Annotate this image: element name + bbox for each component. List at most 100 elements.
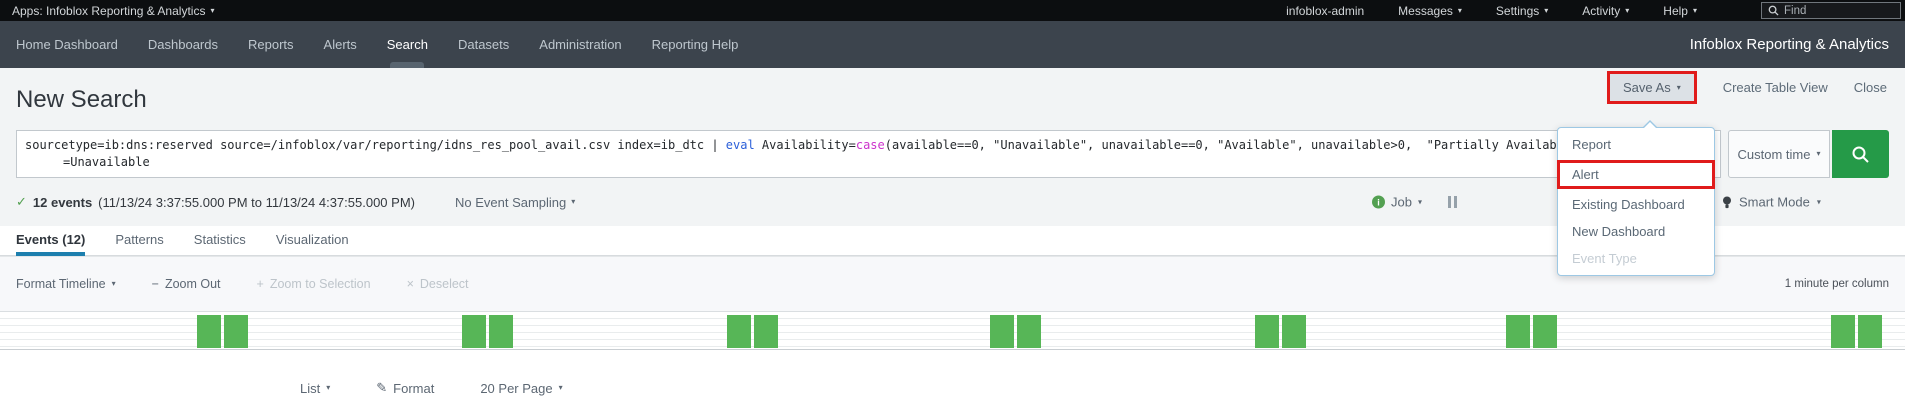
nav-search[interactable]: Search — [387, 21, 428, 68]
save-as-button[interactable]: Save As ▾ — [1610, 74, 1694, 101]
search-icon — [1852, 146, 1869, 163]
menu-item-existing-dashboard[interactable]: Existing Dashboard — [1558, 191, 1714, 218]
timeline-scale-note: 1 minute per column — [1784, 278, 1889, 290]
per-page-label: 20 Per Page — [480, 380, 553, 396]
zoom-to-selection-button[interactable]: + Zoom to Selection — [257, 277, 371, 291]
nav-home-dashboard[interactable]: Home Dashboard — [16, 21, 118, 68]
caret-down-icon: ▾ — [1816, 149, 1821, 158]
find-search-box[interactable] — [1761, 2, 1901, 19]
caret-down-icon: ▾ — [1417, 197, 1422, 206]
tab-patterns[interactable]: Patterns — [115, 226, 163, 256]
job-label: Job — [1391, 194, 1412, 210]
tab-statistics[interactable]: Statistics — [194, 226, 246, 256]
timeline-bar[interactable] — [727, 315, 751, 348]
nav-administration[interactable]: Administration — [539, 21, 621, 68]
title-row: New Search Save As ▾ Create Table View C… — [0, 68, 1905, 126]
caret-down-icon: ▾ — [1544, 5, 1549, 15]
menu-item-alert[interactable]: Alert — [1560, 163, 1712, 186]
event-sampling-menu[interactable]: No Event Sampling ▾ — [455, 195, 575, 210]
zoom-out-button[interactable]: − Zoom Out — [152, 277, 221, 291]
nav-reports[interactable]: Reports — [248, 21, 294, 68]
zoom-to-selection-label: Zoom to Selection — [269, 277, 371, 291]
per-page-menu[interactable]: 20 Per Page ▾ — [480, 381, 562, 396]
format-menu[interactable]: ✎ Format — [376, 380, 434, 396]
list-view-label: List — [300, 380, 321, 396]
results-toolbar: List ▾ ✎ Format 20 Per Page ▾ — [0, 350, 1905, 396]
menu-item-report[interactable]: Report — [1558, 131, 1714, 158]
nav-alerts[interactable]: Alerts — [324, 21, 357, 68]
save-as-label: Save As — [1623, 80, 1671, 95]
close-link[interactable]: Close — [1854, 80, 1887, 95]
query-keyword-eval: eval — [725, 138, 755, 152]
tab-visualization[interactable]: Visualization — [276, 226, 349, 256]
query-line-2: =Unavailable — [63, 155, 150, 169]
search-mode-label: Smart Mode — [1739, 194, 1810, 210]
search-query-input[interactable]: sourcetype=ib:dns:reserved source=/infob… — [16, 130, 1721, 178]
messages-label: Messages — [1398, 3, 1453, 18]
app-nav-bar: Home Dashboard Dashboards Reports Alerts… — [0, 21, 1905, 68]
timeline-bar[interactable] — [1533, 315, 1557, 348]
search-mode-menu[interactable]: Smart Mode ▾ — [1722, 195, 1821, 210]
timeline-bar[interactable] — [1831, 315, 1855, 348]
event-count: 12 events — [32, 194, 93, 210]
query-line-1: sourcetype=ib:dns:reserved source=/infob… — [25, 137, 1720, 154]
timeline-bar[interactable] — [1255, 315, 1279, 348]
format-timeline-label: Format Timeline — [16, 277, 106, 291]
timeline-bar[interactable] — [197, 315, 221, 348]
annotation-box-save-as: Save As ▾ — [1607, 71, 1697, 104]
timeline-bar[interactable] — [754, 315, 778, 348]
tab-events[interactable]: Events (12) — [16, 226, 86, 256]
timeline-bar[interactable] — [1282, 315, 1306, 348]
help-label: Help — [1663, 3, 1688, 18]
top-bar: Apps: Infoblox Reporting & Analytics ▾ i… — [0, 0, 1905, 21]
event-time-range: (11/13/24 3:37:55.000 PM to 11/13/24 4:3… — [98, 194, 415, 210]
timeline-bar[interactable] — [1506, 315, 1530, 348]
job-menu[interactable]: i Job ▾ — [1372, 195, 1422, 210]
pause-icon — [1454, 196, 1457, 208]
create-table-view-link[interactable]: Create Table View — [1723, 80, 1828, 95]
menu-item-new-dashboard[interactable]: New Dashboard — [1558, 218, 1714, 245]
deselect-button[interactable]: × Deselect — [407, 277, 469, 291]
time-range-label: Custom time — [1737, 146, 1811, 162]
caret-down-icon: ▾ — [571, 197, 576, 206]
caret-down-icon: ▾ — [210, 5, 215, 15]
page-title: New Search — [16, 86, 147, 113]
timeline-bar[interactable] — [990, 315, 1014, 348]
pause-job-button[interactable] — [1448, 196, 1457, 208]
format-timeline-menu[interactable]: Format Timeline ▾ — [16, 277, 116, 291]
check-icon: ✓ — [16, 194, 27, 209]
messages-menu[interactable]: Messages ▾ — [1398, 4, 1462, 18]
query-function-case: case — [855, 138, 885, 152]
nav-reporting-help[interactable]: Reporting Help — [652, 21, 739, 68]
settings-label: Settings — [1495, 3, 1540, 18]
timeline-bar[interactable] — [462, 315, 486, 348]
query-text: (available==0, "Unavailable", unavailabl… — [884, 138, 1608, 152]
caret-down-icon: ▾ — [326, 383, 331, 392]
nav-dashboards[interactable]: Dashboards — [148, 21, 218, 68]
time-range-picker[interactable]: Custom time ▾ — [1728, 130, 1830, 178]
format-label: Format — [393, 380, 435, 396]
activity-label: Activity — [1582, 3, 1621, 18]
caret-down-icon: ▾ — [1625, 5, 1630, 15]
nav-datasets[interactable]: Datasets — [458, 21, 509, 68]
settings-menu[interactable]: Settings ▾ — [1496, 4, 1548, 18]
caret-down-icon: ▾ — [111, 279, 116, 288]
search-submit-button[interactable] — [1832, 130, 1889, 178]
dropdown-notch — [1642, 120, 1658, 129]
query-text: sourcetype=ib:dns:reserved source=/infob… — [25, 138, 726, 152]
apps-menu[interactable]: Apps: Infoblox Reporting & Analytics ▾ — [12, 4, 214, 18]
deselect-label: Deselect — [419, 277, 469, 291]
timeline-bar[interactable] — [224, 315, 248, 348]
menu-item-event-type[interactable]: Event Type — [1558, 245, 1714, 272]
user-menu[interactable]: infoblox-admin — [1286, 4, 1364, 18]
activity-menu[interactable]: Activity ▾ — [1582, 4, 1629, 18]
find-input[interactable] — [1784, 4, 1884, 17]
timeline-bar[interactable] — [1017, 315, 1041, 348]
help-menu[interactable]: Help ▾ — [1663, 4, 1697, 18]
timeline-bar[interactable] — [1858, 315, 1882, 348]
search-icon — [1768, 5, 1779, 16]
list-view-menu[interactable]: List ▾ — [300, 381, 330, 396]
timeline-bar[interactable] — [489, 315, 513, 348]
timeline-chart[interactable] — [0, 311, 1905, 350]
user-name: infoblox-admin — [1286, 3, 1365, 18]
